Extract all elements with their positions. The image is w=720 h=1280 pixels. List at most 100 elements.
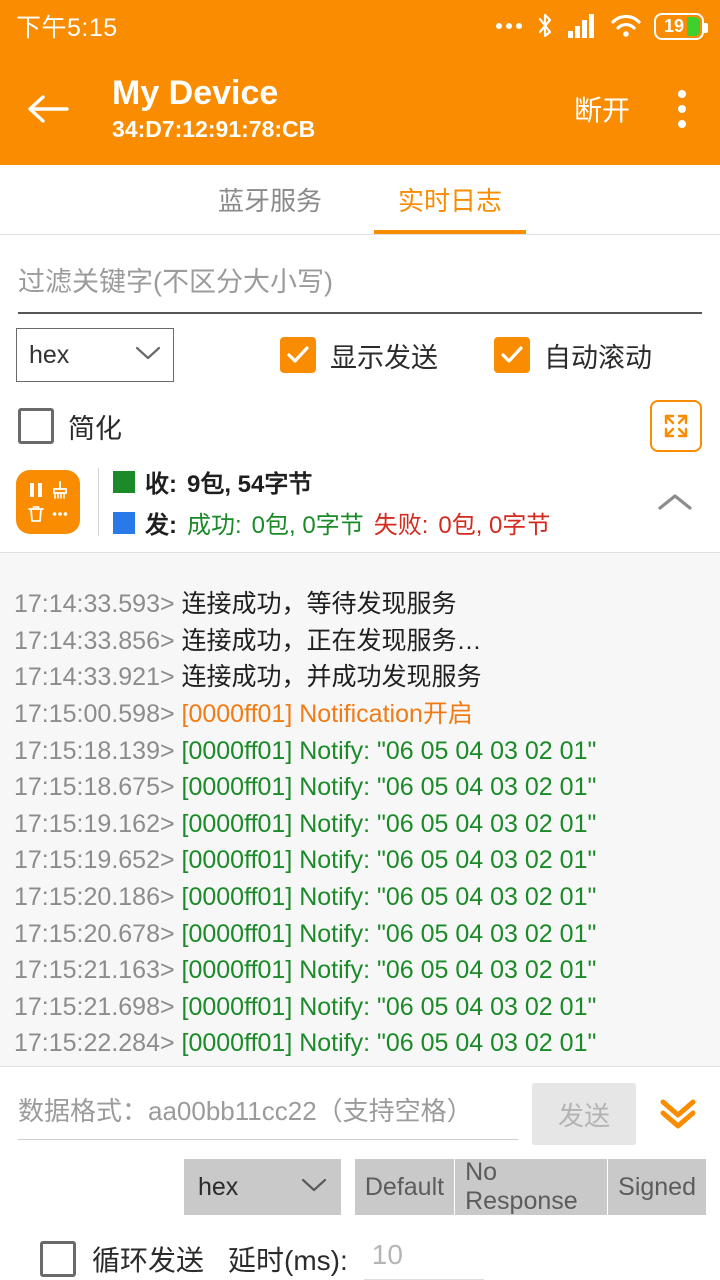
- status-bar: 下午5:15: [0, 0, 720, 52]
- tx-fail-label: 失败:: [374, 505, 429, 540]
- tab-bar: 蓝牙服务 实时日志: [0, 165, 720, 235]
- log-format-value: hex: [29, 341, 69, 370]
- write-type-signed[interactable]: Signed: [608, 1159, 706, 1215]
- write-format-value: hex: [198, 1173, 238, 1202]
- log-line: 17:15:18.675> [0000ff01] Notify: "06 05 …: [14, 769, 720, 806]
- battery-level: 19: [664, 16, 684, 37]
- tx-stats: 发: 成功: 0包, 0字节 失败: 0包, 0字节: [113, 505, 550, 540]
- log-list: 17:14:33.593> 连接成功，等待发现服务17:14:33.856> 连…: [14, 586, 720, 1062]
- status-time: 下午5:15: [16, 8, 118, 44]
- app-screen: 下午5:15: [0, 0, 720, 1280]
- log-timestamp: 17:15:00.598>: [14, 700, 175, 728]
- log-line: 17:15:21.163> [0000ff01] Notify: "06 05 …: [14, 952, 720, 989]
- expand-send-options-button[interactable]: [650, 1086, 706, 1142]
- log-line: 17:14:33.856> 连接成功，正在发现服务…: [14, 623, 720, 660]
- log-timestamp: 17:15:20.186>: [14, 883, 175, 911]
- rx-color-swatch: [113, 471, 135, 493]
- write-type-no-response[interactable]: No Response: [455, 1159, 608, 1215]
- auto-scroll-checkbox[interactable]: 自动滚动: [494, 336, 652, 375]
- log-timestamp: 17:15:20.678>: [14, 920, 175, 948]
- collapse-stats-button[interactable]: [646, 473, 704, 531]
- log-message: [0000ff01] Notify: "06 05 04 03 02 01": [175, 956, 597, 984]
- battery-icon: 19: [654, 13, 704, 40]
- bluetooth-icon: [535, 12, 555, 40]
- status-icons: 19: [496, 12, 704, 40]
- log-timestamp: 17:15:18.139>: [14, 737, 175, 765]
- wifi-icon: [611, 14, 641, 38]
- log-message: [0000ff01] Notification开启: [175, 700, 473, 728]
- checkbox-checked-icon: [494, 337, 530, 373]
- stats-lines: 收: 9包, 54字节 发: 成功: 0包, 0字节 失败: 0包, 0字节: [113, 464, 550, 540]
- log-message: [0000ff01] Notify: "06 05 04 03 02 01": [175, 920, 597, 948]
- chevron-down-icon: [301, 1177, 327, 1198]
- log-line: 17:14:33.921> 连接成功，并成功发现服务: [14, 659, 720, 696]
- app-bar: My Device 34:D7:12:91:78:CB 断开: [0, 52, 720, 165]
- log-timestamp: 17:14:33.856>: [14, 627, 175, 655]
- auto-scroll-label: 自动滚动: [544, 336, 652, 375]
- write-format-select[interactable]: hex: [184, 1159, 341, 1215]
- filter-input[interactable]: [18, 261, 702, 314]
- log-line: 17:15:18.139> [0000ff01] Notify: "06 05 …: [14, 733, 720, 770]
- filter-section: [0, 235, 720, 314]
- kebab-menu-icon[interactable]: [662, 82, 702, 136]
- checkbox-unchecked-icon: [18, 408, 54, 444]
- title-block: My Device 34:D7:12:91:78:CB: [112, 74, 315, 144]
- broom-icon: [51, 481, 69, 499]
- tx-color-swatch: [113, 512, 135, 534]
- log-panel[interactable]: 17:14:33.593> 连接成功，等待发现服务17:14:33.856> 连…: [0, 552, 720, 1067]
- pause-icon: [27, 481, 45, 499]
- log-message: [0000ff01] Notify: "06 05 04 03 02 01": [175, 993, 597, 1021]
- show-send-checkbox[interactable]: 显示发送: [280, 336, 438, 375]
- page-title: My Device: [112, 74, 315, 113]
- disconnect-button[interactable]: 断开: [564, 83, 640, 135]
- arrow-left-icon: [25, 92, 71, 126]
- simplify-checkbox[interactable]: 简化: [18, 407, 122, 446]
- log-line: 17:15:19.652> [0000ff01] Notify: "06 05 …: [14, 842, 720, 879]
- simplify-label: 简化: [68, 407, 122, 446]
- fullscreen-expand-icon: [661, 411, 691, 441]
- log-message: 连接成功，正在发现服务…: [175, 627, 482, 655]
- log-line: 17:15:00.598> [0000ff01] Notification开启: [14, 696, 720, 733]
- show-send-label: 显示发送: [330, 336, 438, 375]
- log-timestamp: 17:14:33.921>: [14, 663, 175, 691]
- log-timestamp: 17:15:18.675>: [14, 773, 175, 801]
- log-message: 连接成功，等待发现服务: [175, 590, 457, 618]
- log-actions-button[interactable]: [16, 470, 80, 534]
- log-line: 17:15:20.186> [0000ff01] Notify: "06 05 …: [14, 879, 720, 916]
- app-bar-actions: 断开: [564, 82, 702, 136]
- device-address: 34:D7:12:91:78:CB: [112, 115, 315, 144]
- tx-success-label: 成功:: [187, 505, 242, 540]
- write-type-default[interactable]: Default: [355, 1159, 455, 1215]
- log-line: 17:15:21.698> [0000ff01] Notify: "06 05 …: [14, 989, 720, 1026]
- fullscreen-expand-button[interactable]: [650, 400, 702, 452]
- tx-success-value: 0包, 0字节: [252, 505, 364, 540]
- delay-label: 延时(ms):: [228, 1239, 348, 1279]
- more-dots-icon: [496, 23, 522, 29]
- send-button[interactable]: 发送: [532, 1083, 636, 1145]
- send-data-input[interactable]: [18, 1088, 518, 1140]
- log-format-select[interactable]: hex: [16, 328, 174, 382]
- log-timestamp: 17:15:21.698>: [14, 993, 175, 1021]
- log-message: 连接成功，并成功发现服务: [175, 663, 482, 691]
- more-dots-icon: [51, 505, 69, 523]
- log-timestamp: 17:15:22.284>: [14, 1029, 175, 1057]
- log-message: [0000ff01] Notify: "06 05 04 03 02 01": [175, 883, 597, 911]
- tx-fail-value: 0包, 0字节: [438, 505, 550, 540]
- log-message: [0000ff01] Notify: "06 05 04 03 02 01": [175, 810, 597, 838]
- log-line: 17:15:19.162> [0000ff01] Notify: "06 05 …: [14, 806, 720, 843]
- chevron-up-icon: [657, 491, 693, 513]
- loop-send-checkbox[interactable]: [40, 1241, 76, 1277]
- log-timestamp: 17:15:21.163>: [14, 956, 175, 984]
- rx-label: 收:: [145, 464, 177, 499]
- back-button[interactable]: [18, 79, 78, 139]
- log-line: 17:14:33.593> 连接成功，等待发现服务: [14, 586, 720, 623]
- loop-send-row: 循环发送 延时(ms):: [0, 1215, 720, 1280]
- rx-value: 9包, 54字节: [187, 464, 312, 499]
- loop-send-label: 循环发送: [92, 1239, 204, 1279]
- tab-realtime-log[interactable]: 实时日志: [360, 165, 540, 234]
- delay-input[interactable]: [364, 1237, 484, 1280]
- chevron-down-icon: [135, 345, 161, 366]
- tab-bluetooth-services[interactable]: 蓝牙服务: [180, 165, 360, 234]
- rx-stats: 收: 9包, 54字节: [113, 464, 550, 499]
- log-controls-row-2: 简化: [0, 382, 720, 452]
